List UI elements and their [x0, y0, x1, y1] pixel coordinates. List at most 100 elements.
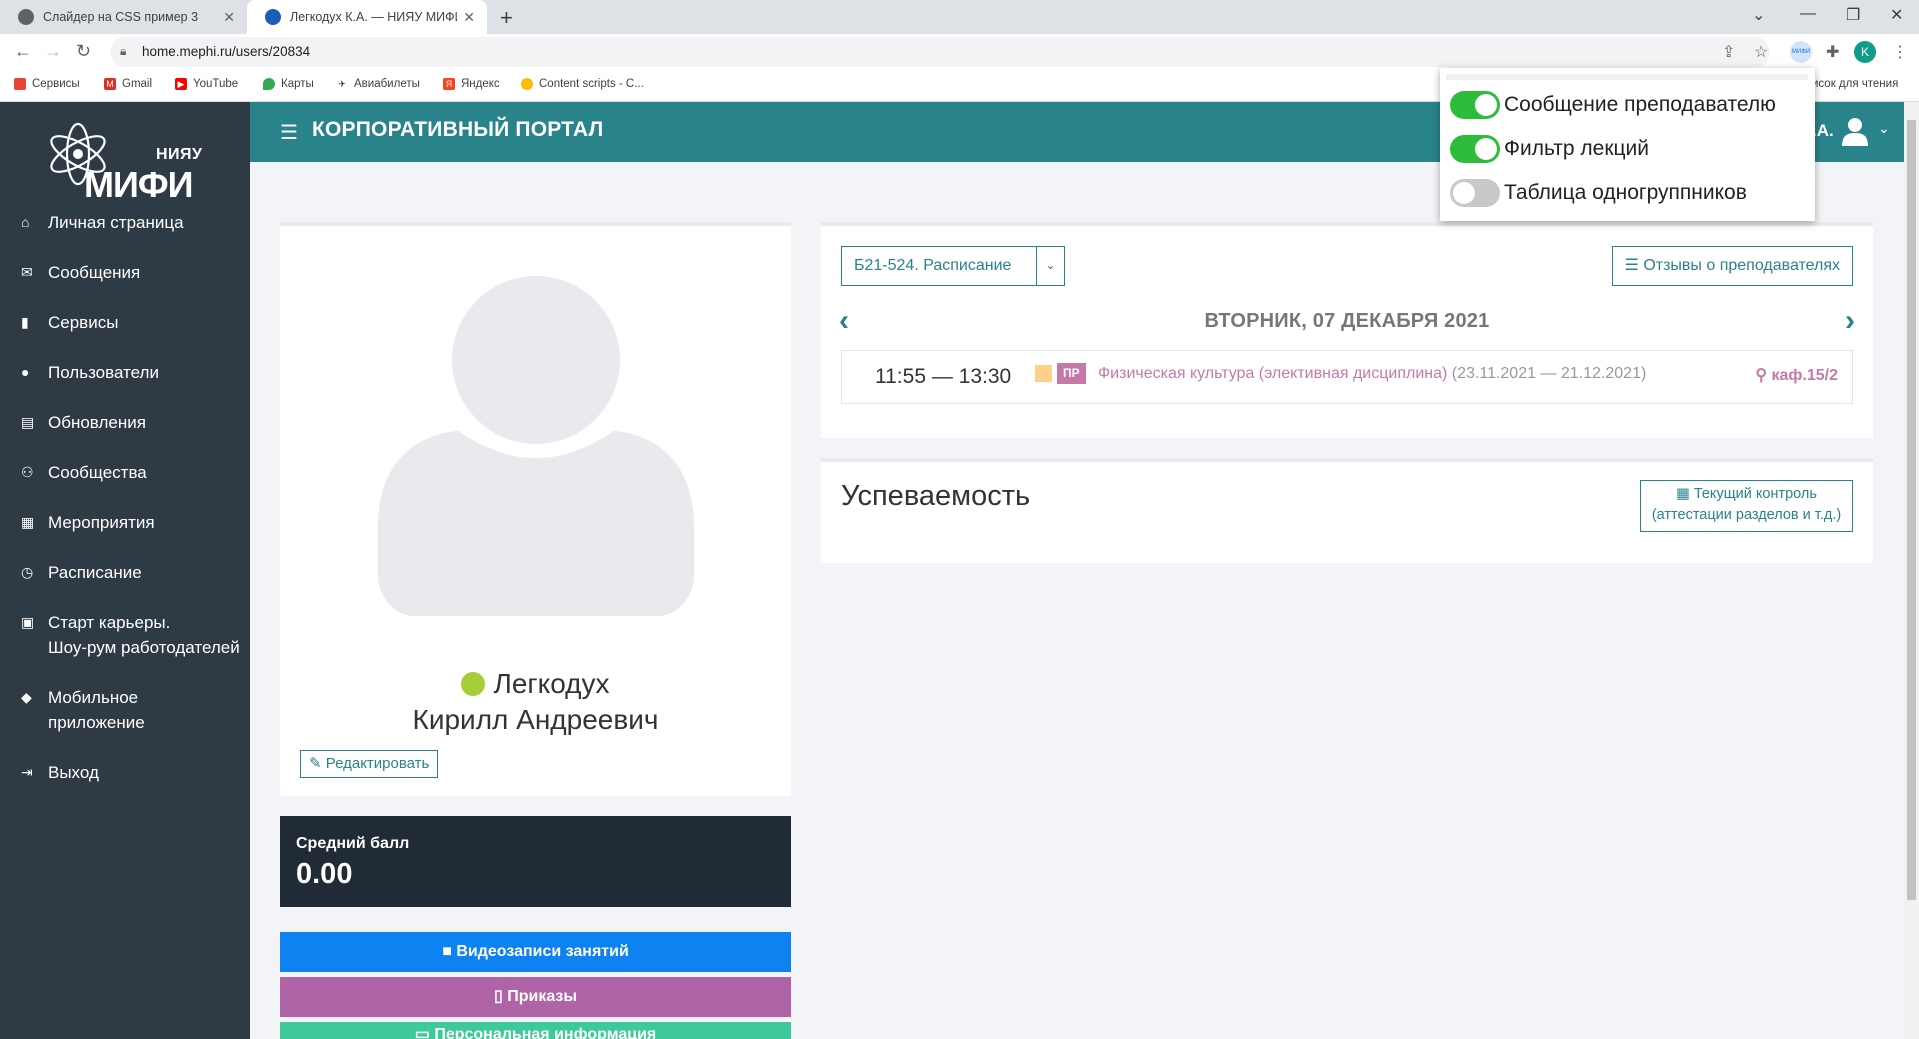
- address-bar-row: ← → ↻ 🔒︎ home.mephi.ru/users/20834 ⇪ ☆ ✚…: [0, 34, 1919, 70]
- bookmark-icon: ▮: [21, 314, 29, 330]
- sidebar-item-events[interactable]: ▦ Мероприятия: [0, 510, 250, 535]
- bookmark-yandex[interactable]: Я Яндекс: [443, 78, 500, 90]
- calendar-icon: ▦: [21, 514, 35, 530]
- user-icon: ●: [21, 364, 30, 380]
- mephi-favicon-icon: [265, 9, 281, 25]
- minimize-icon[interactable]: —: [1800, 5, 1816, 23]
- popup-top-strip: [1446, 74, 1808, 80]
- sidebar-item-schedule[interactable]: ◷ Расписание: [0, 560, 250, 585]
- edit-icon: ✎: [309, 755, 322, 772]
- logo-niyau-text: НИЯУ: [156, 146, 203, 163]
- browser-tab-active[interactable]: Легкодух К.А. — НИЯУ МИФИ ✕: [247, 0, 487, 34]
- video-camera-icon: ■: [442, 943, 452, 960]
- apps-grid-icon: [14, 78, 26, 90]
- list-icon: ☰: [1624, 257, 1639, 274]
- home-icon: ⌂: [21, 214, 30, 230]
- mephi-extension-icon[interactable]: МИФИ: [1790, 41, 1812, 63]
- lesson-room[interactable]: ⚲ каф.15/2: [1755, 365, 1838, 385]
- bookmark-flights[interactable]: ✈ Авиабилеты: [336, 78, 420, 90]
- edit-profile-button[interactable]: ✎ Редактировать: [300, 750, 439, 778]
- sidebar-item-label: Сервисы: [48, 313, 119, 332]
- sidebar-item-communities[interactable]: ⚇ Сообщества: [0, 460, 250, 485]
- omnibox[interactable]: 🔒︎ home.mephi.ru/users/20834: [110, 37, 1770, 67]
- chevron-down-icon[interactable]: ⌄: [1878, 120, 1890, 137]
- restore-icon[interactable]: ❐: [1846, 5, 1860, 25]
- teacher-reviews-button[interactable]: ☰ Отзывы о преподавателях: [1611, 246, 1853, 286]
- header-user-name[interactable]: .А.: [1812, 121, 1834, 141]
- sidebar-item-users[interactable]: ● Пользователи: [0, 360, 250, 385]
- user-avatar-icon[interactable]: [1840, 116, 1870, 146]
- lesson-room-label: каф.15/2: [1771, 367, 1839, 384]
- lesson-dates: (23.11.2021 — 21.12.2021): [1451, 365, 1647, 382]
- file-icon: ▯: [493, 988, 503, 1005]
- performance-title: Успеваемость: [841, 480, 1031, 512]
- lesson-time: 11:55 — 13:30: [875, 365, 1012, 388]
- window-close-icon[interactable]: ✕: [1890, 5, 1903, 25]
- bookmark-maps[interactable]: Карты: [263, 78, 314, 90]
- lesson-row[interactable]: 11:55 — 13:30 ПР Физическая культура (эл…: [841, 350, 1853, 404]
- bookmark-gmail[interactable]: M Gmail: [104, 78, 152, 90]
- back-icon[interactable]: ←: [14, 41, 32, 62]
- toggle-lecture-filter[interactable]: Фильтр лекций: [1450, 134, 1649, 164]
- sidebar-item-messages[interactable]: ✉ Сообщения: [0, 260, 250, 285]
- bookmark-content-scripts[interactable]: Content scripts - C...: [521, 78, 644, 90]
- sidebar-item-career[interactable]: ▣ Старт карьеры. Шоу-рум работодателей: [0, 610, 250, 660]
- video-recordings-button[interactable]: ■ Видеозаписи занятий: [280, 932, 791, 972]
- tab-title: Слайдер на CSS пример 3: [43, 10, 199, 24]
- bookmark-label: Авиабилеты: [354, 78, 420, 90]
- chrome-icon: [521, 78, 533, 90]
- toggle-label: Таблица одногруппников: [1504, 181, 1747, 204]
- scrollbar-thumb[interactable]: [1907, 120, 1916, 900]
- tab-search-icon[interactable]: ⌄: [1752, 5, 1765, 25]
- chevron-down-icon[interactable]: ⌄: [1036, 247, 1064, 285]
- extensions-icon[interactable]: ✚: [1826, 42, 1839, 62]
- close-tab-icon[interactable]: ✕: [223, 9, 235, 26]
- mephi-logo[interactable]: НИЯУ МИФИ: [40, 116, 220, 206]
- sidebar-item-updates[interactable]: ▤ Обновления: [0, 410, 250, 435]
- hamburger-menu-icon[interactable]: ☰: [280, 120, 298, 145]
- sidebar-item-mobile-app[interactable]: ◆ Мобильное приложение: [0, 685, 250, 735]
- toggle-knob: [1475, 94, 1497, 116]
- reload-icon[interactable]: ↻: [76, 41, 91, 62]
- menu-dots-icon[interactable]: ⋮: [1892, 42, 1908, 62]
- group-schedule-select[interactable]: Б21-524. Расписание ⌄: [841, 246, 1065, 286]
- close-tab-icon[interactable]: ✕: [463, 9, 475, 26]
- toggle-teacher-message[interactable]: Сообщение преподавателю: [1450, 90, 1776, 120]
- page-scrollbar[interactable]: [1904, 102, 1919, 1039]
- online-status-dot: [461, 672, 486, 696]
- sidebar-item-label: Личная страница: [48, 213, 184, 232]
- toggle-switch[interactable]: [1450, 179, 1500, 207]
- lesson-name[interactable]: Физическая культура (элективная дисципли…: [1098, 365, 1646, 383]
- profile-avatar-placeholder: [378, 276, 694, 616]
- toggle-switch[interactable]: [1450, 91, 1500, 119]
- reading-list[interactable]: исок для чтения: [1812, 78, 1898, 90]
- grid-icon: ▦: [1676, 486, 1690, 502]
- newspaper-icon: ▤: [21, 414, 35, 430]
- browser-tab[interactable]: Слайдер на CSS пример 3 ✕: [0, 0, 247, 34]
- lesson-color-marker: [1035, 365, 1052, 382]
- portal-title: КОРПОРАТИВНЫЙ ПОРТАЛ: [312, 118, 604, 141]
- orders-button[interactable]: ▯ Приказы: [280, 977, 791, 1017]
- sidebar-item-logout[interactable]: ⇥ Выход: [0, 760, 250, 785]
- bookmark-label: Карты: [281, 78, 314, 90]
- bookmark-youtube[interactable]: ▶ YouTube: [175, 78, 238, 90]
- share-icon[interactable]: ⇪: [1722, 42, 1735, 62]
- next-day-chevron-icon[interactable]: ›: [1845, 304, 1855, 338]
- toggle-groupmates-table[interactable]: Таблица одногруппников: [1450, 178, 1747, 208]
- new-tab-button[interactable]: +: [500, 5, 513, 31]
- forward-icon[interactable]: →: [44, 41, 62, 62]
- sidebar-item-home[interactable]: ⌂ Личная страница: [0, 210, 250, 235]
- sidebar-item-services[interactable]: ▮ Сервисы: [0, 310, 250, 335]
- sidebar-item-label: Сообщества: [48, 463, 147, 482]
- android-icon: ◆: [21, 689, 32, 705]
- youtube-icon: ▶: [175, 78, 187, 90]
- toggle-switch[interactable]: [1450, 135, 1500, 163]
- bookmark-services[interactable]: Сервисы: [14, 78, 80, 90]
- personal-info-button[interactable]: ▭ Персональная информация: [280, 1022, 791, 1039]
- current-control-button[interactable]: ▦ Текущий контроль (аттестации разделов …: [1640, 480, 1853, 532]
- star-icon[interactable]: ☆: [1754, 42, 1768, 62]
- toggle-knob: [1453, 182, 1475, 204]
- extension-popup: Сообщение преподавателю Фильтр лекций Та…: [1440, 68, 1815, 221]
- toggle-knob: [1475, 138, 1497, 160]
- profile-avatar[interactable]: K: [1854, 41, 1876, 63]
